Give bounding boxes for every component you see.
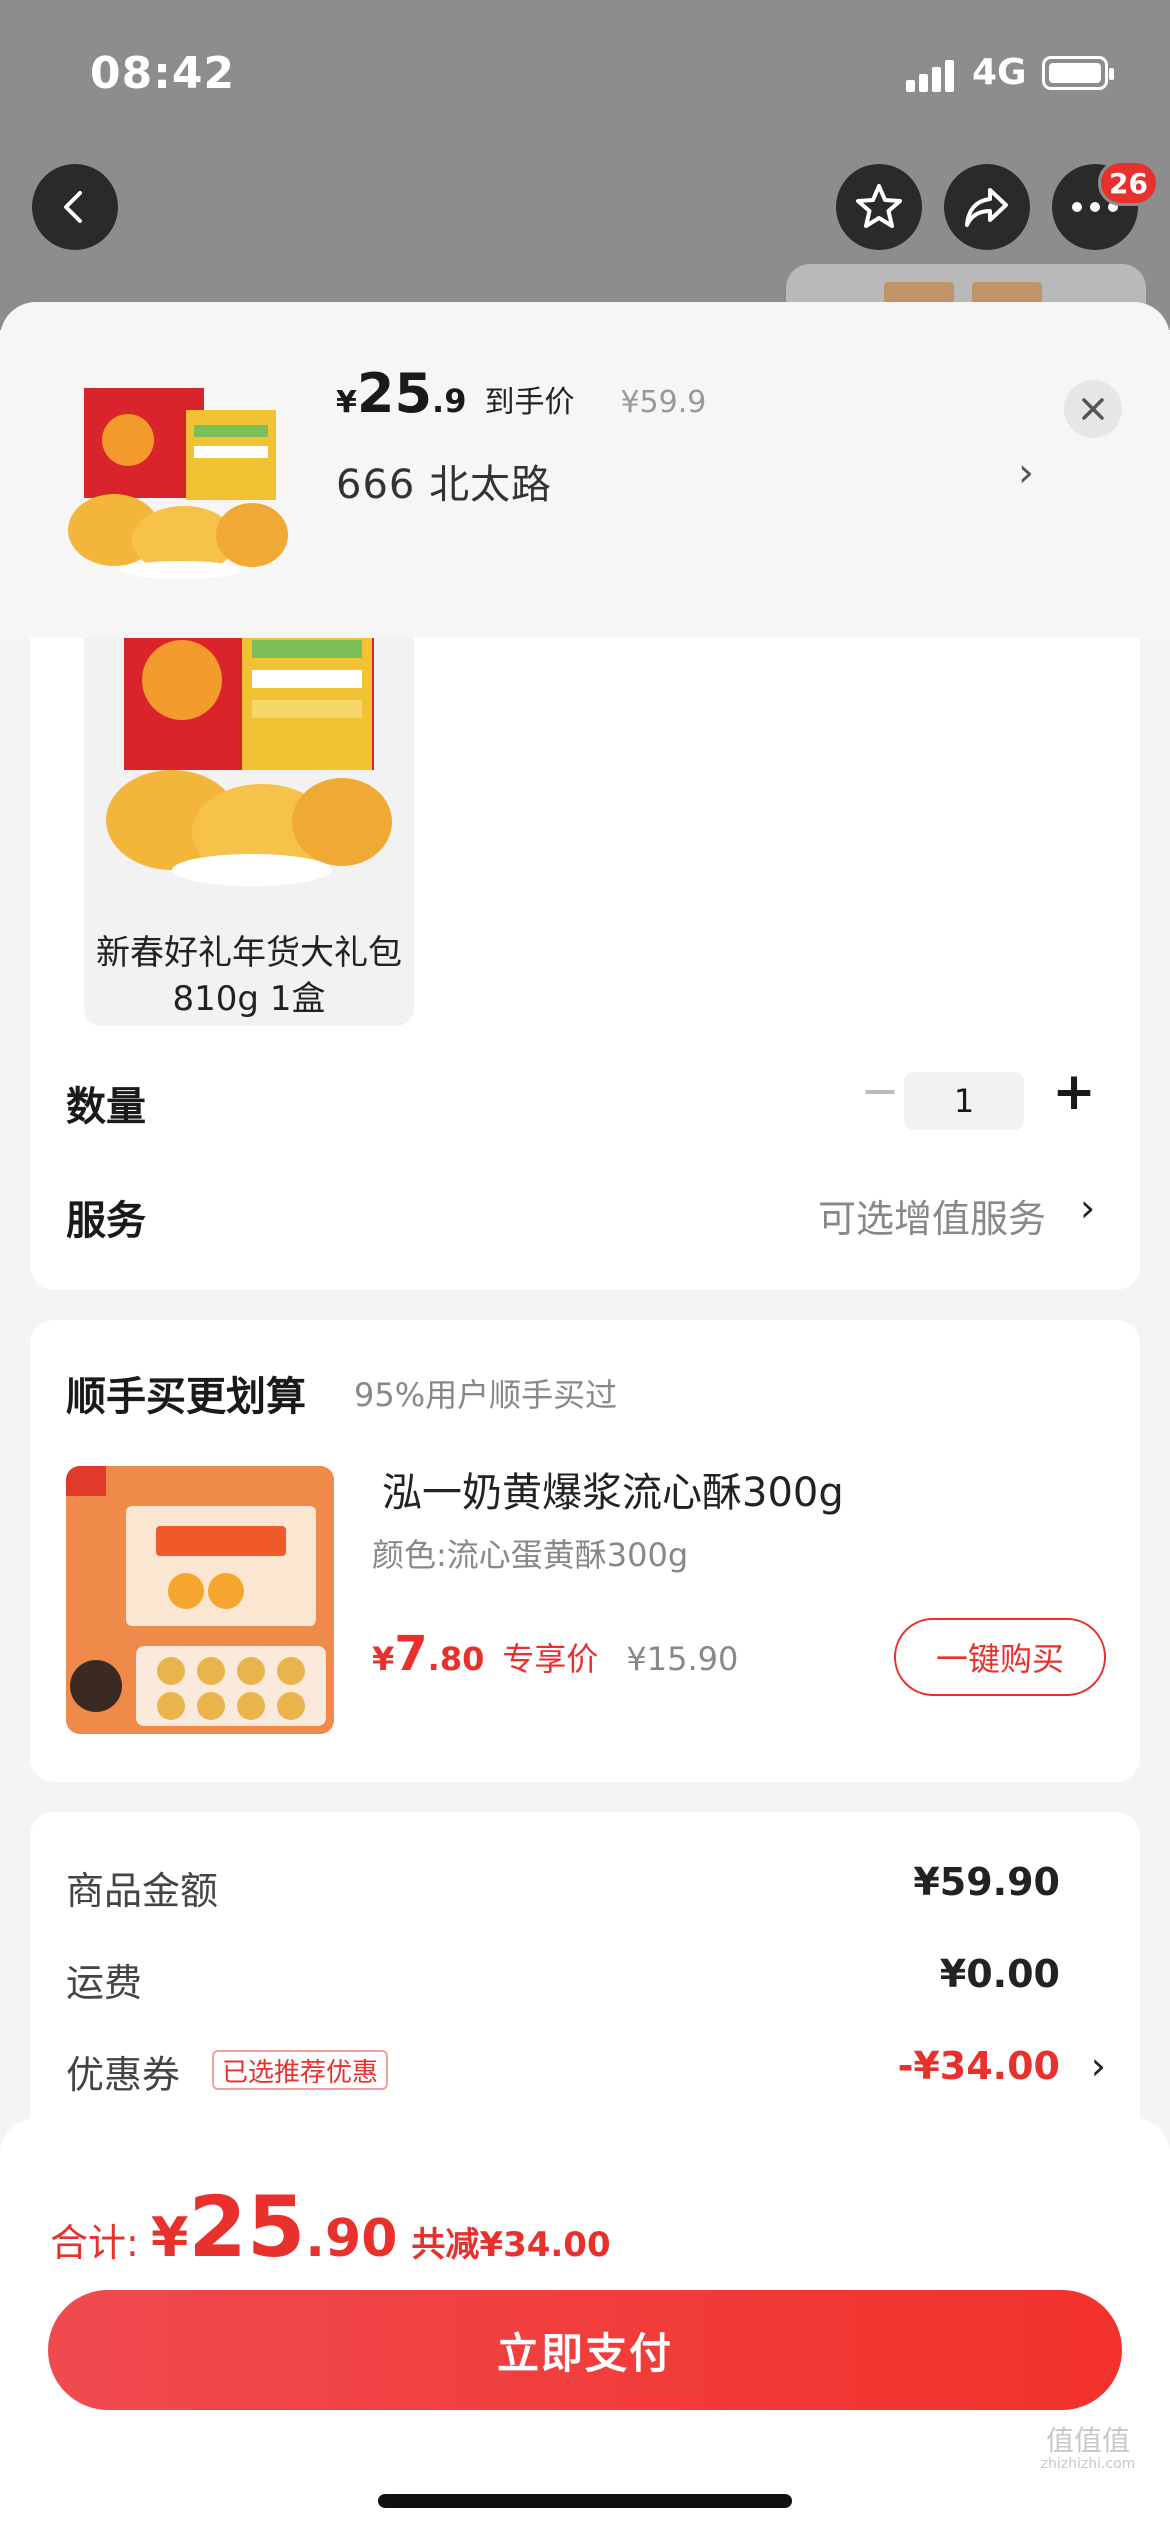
addon-price-currency: ¥	[372, 1640, 395, 1678]
quantity-decrease-button[interactable]	[852, 1062, 908, 1122]
order-summary-card: 商品金额 ¥59.90 运费 ¥0.00 优惠券 已选推荐优惠 -¥34.00 …	[30, 1812, 1140, 2142]
addon-recommendation-card: 顺手买更划算 95%用户顺手买过 泓一奶黄爆浆流心酥300g 颜色:流心蛋黄酥3…	[30, 1320, 1140, 1782]
addon-subtitle: 95%用户顺手买过	[354, 1376, 618, 1414]
total-integer: 25	[188, 2178, 306, 2276]
purchase-sheet-header: ¥ 25 .9 到手价 ¥59.9 666 北太路 ›	[0, 302, 1170, 638]
chevron-left-icon	[64, 191, 82, 223]
home-indicator[interactable]	[378, 2494, 792, 2508]
addon-product-name[interactable]: 泓一奶黄爆浆流心酥300g	[382, 1460, 844, 1518]
shipping-row: 运费 ¥0.00	[66, 1952, 1106, 2012]
quantity-label: 数量	[66, 1084, 146, 1130]
addon-price-decimal: .80	[427, 1640, 485, 1678]
total-decimal: .90	[305, 2209, 398, 2269]
one-click-buy-button[interactable]: 一键购买	[894, 1618, 1106, 1696]
header-price: ¥ 25 .9 到手价 ¥59.9	[336, 362, 706, 425]
service-value[interactable]: 可选增值服务	[818, 1188, 1046, 1243]
price-decimal: .9	[432, 382, 467, 420]
price-label: 到手价	[484, 385, 575, 420]
addon-price-integer: 7	[394, 1626, 428, 1682]
addon-product-image[interactable]	[66, 1466, 334, 1734]
addon-image-art	[66, 1466, 334, 1734]
notification-badge: 26	[1098, 160, 1159, 206]
coupon-chevron-icon[interactable]: ›	[1091, 2044, 1106, 2088]
shipping-value: ¥0.00	[939, 1952, 1060, 1996]
dimmed-background: 08:42 4G 26	[0, 0, 1170, 344]
goods-amount-row: 商品金额 ¥59.90	[66, 1860, 1106, 1920]
share-button[interactable]	[944, 164, 1030, 250]
price-integer: 25	[356, 362, 433, 425]
close-button[interactable]	[1064, 380, 1122, 438]
addon-product-spec: 颜色:流心蛋黄酥300g	[372, 1536, 689, 1574]
addon-title: 顺手买更划算	[66, 1374, 306, 1420]
coupon-row[interactable]: 优惠券 已选推荐优惠 -¥34.00 ›	[66, 2044, 1106, 2104]
coupon-label: 优惠券	[66, 2053, 181, 2097]
goods-amount-value: ¥59.90	[913, 1860, 1060, 1904]
total-label: 合计:	[50, 2221, 139, 2265]
total-discount: 共减¥34.00	[411, 2225, 611, 2265]
goods-amount-label: 商品金额	[66, 1869, 219, 1913]
product-options-card: 新春好礼年货大礼包 810g 1盒 数量 1 + 服务 可选增值服务 ›	[30, 600, 1140, 1290]
star-icon	[856, 184, 902, 228]
addon-original-price: ¥15.90	[626, 1640, 739, 1678]
coupon-value[interactable]: -¥34.00	[898, 2044, 1060, 2088]
close-icon	[1082, 398, 1104, 420]
share-arrow-icon	[965, 188, 1008, 227]
quantity-increase-button[interactable]: +	[1044, 1062, 1104, 1122]
variant-product-image	[106, 600, 392, 886]
status-bar: 08:42 4G	[0, 0, 1170, 150]
service-label: 服务	[66, 1198, 146, 1244]
addon-price: ¥ 7 .80 专享价 ¥15.90	[372, 1626, 738, 1682]
network-label: 4G	[972, 52, 1027, 93]
addon-price-tag: 专享价	[502, 1640, 599, 1678]
watermark-logo: 值值值 zhizhizhi.com	[1018, 2424, 1158, 2472]
product-thumbnail	[68, 388, 288, 579]
pay-now-button[interactable]: 立即支付	[48, 2290, 1122, 2410]
quantity-input[interactable]: 1	[904, 1072, 1024, 1130]
signal-icon	[906, 58, 954, 92]
original-price: ¥59.9	[620, 385, 707, 420]
shipping-label: 运费	[66, 1961, 143, 2005]
delivery-address[interactable]: 666 北太路	[336, 452, 552, 510]
battery-icon	[1042, 56, 1114, 90]
status-time: 08:42	[90, 48, 236, 99]
service-chevron-icon[interactable]: ›	[1080, 1186, 1095, 1230]
variant-label: 新春好礼年货大礼包 810g 1盒	[96, 933, 402, 1019]
address-chevron-icon[interactable]: ›	[1018, 450, 1034, 496]
total-price: 合计: ¥ 25 .90 共减¥34.00	[50, 2178, 611, 2276]
price-currency: ¥	[336, 385, 357, 420]
watermark-domain: zhizhizhi.com	[1040, 2455, 1136, 2472]
checkout-bar: 合计: ¥ 25 .90 共减¥34.00 立即支付 值值值 zhizhizhi…	[0, 2118, 1170, 2532]
total-currency: ¥	[150, 2206, 189, 2269]
back-button[interactable]	[32, 164, 118, 250]
variant-option-selected[interactable]: 新春好礼年货大礼包 810g 1盒	[84, 600, 414, 1026]
coupon-tag: 已选推荐优惠	[212, 2050, 389, 2090]
watermark-brand: 值值值	[1045, 2424, 1130, 2457]
favorite-button[interactable]	[836, 164, 922, 250]
